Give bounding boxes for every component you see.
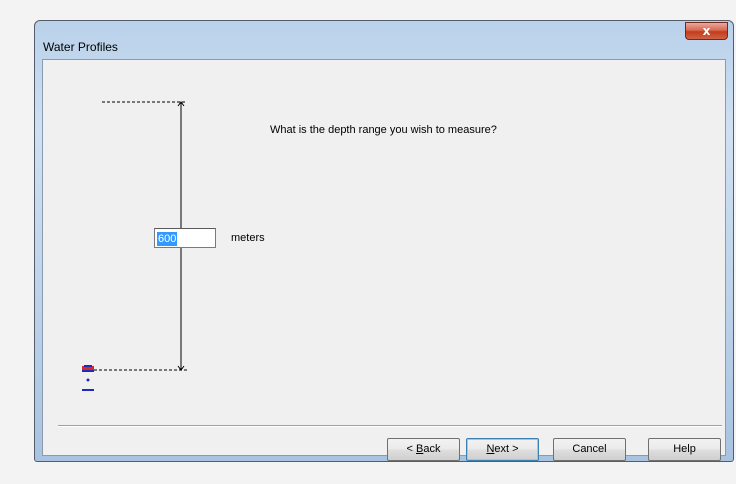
cancel-button[interactable]: Cancel	[553, 438, 626, 461]
back-label-rest: ack	[423, 443, 441, 455]
title-bar[interactable]: Water Profiles x	[35, 21, 733, 54]
close-button[interactable]: x	[685, 22, 728, 40]
depth-input[interactable]: 600	[154, 228, 216, 248]
sensor-icon	[82, 365, 94, 391]
depth-value: 600	[157, 232, 178, 246]
depth-unit-label: meters	[231, 232, 265, 244]
depth-question-text: What is the depth range you wish to meas…	[270, 124, 497, 136]
dialog-client-area: What is the depth range you wish to meas…	[42, 59, 726, 461]
button-separator	[58, 425, 722, 427]
back-prefix: <	[406, 443, 416, 455]
next-button[interactable]: Next >	[466, 438, 539, 461]
dialog-window: Water Profiles x What is the depth range…	[34, 20, 734, 462]
help-button[interactable]: Help	[648, 438, 721, 461]
next-label-rest: ext >	[494, 443, 519, 455]
close-icon: x	[702, 24, 711, 38]
back-button[interactable]: < Back	[387, 438, 460, 461]
window-title: Water Profiles	[43, 40, 118, 54]
